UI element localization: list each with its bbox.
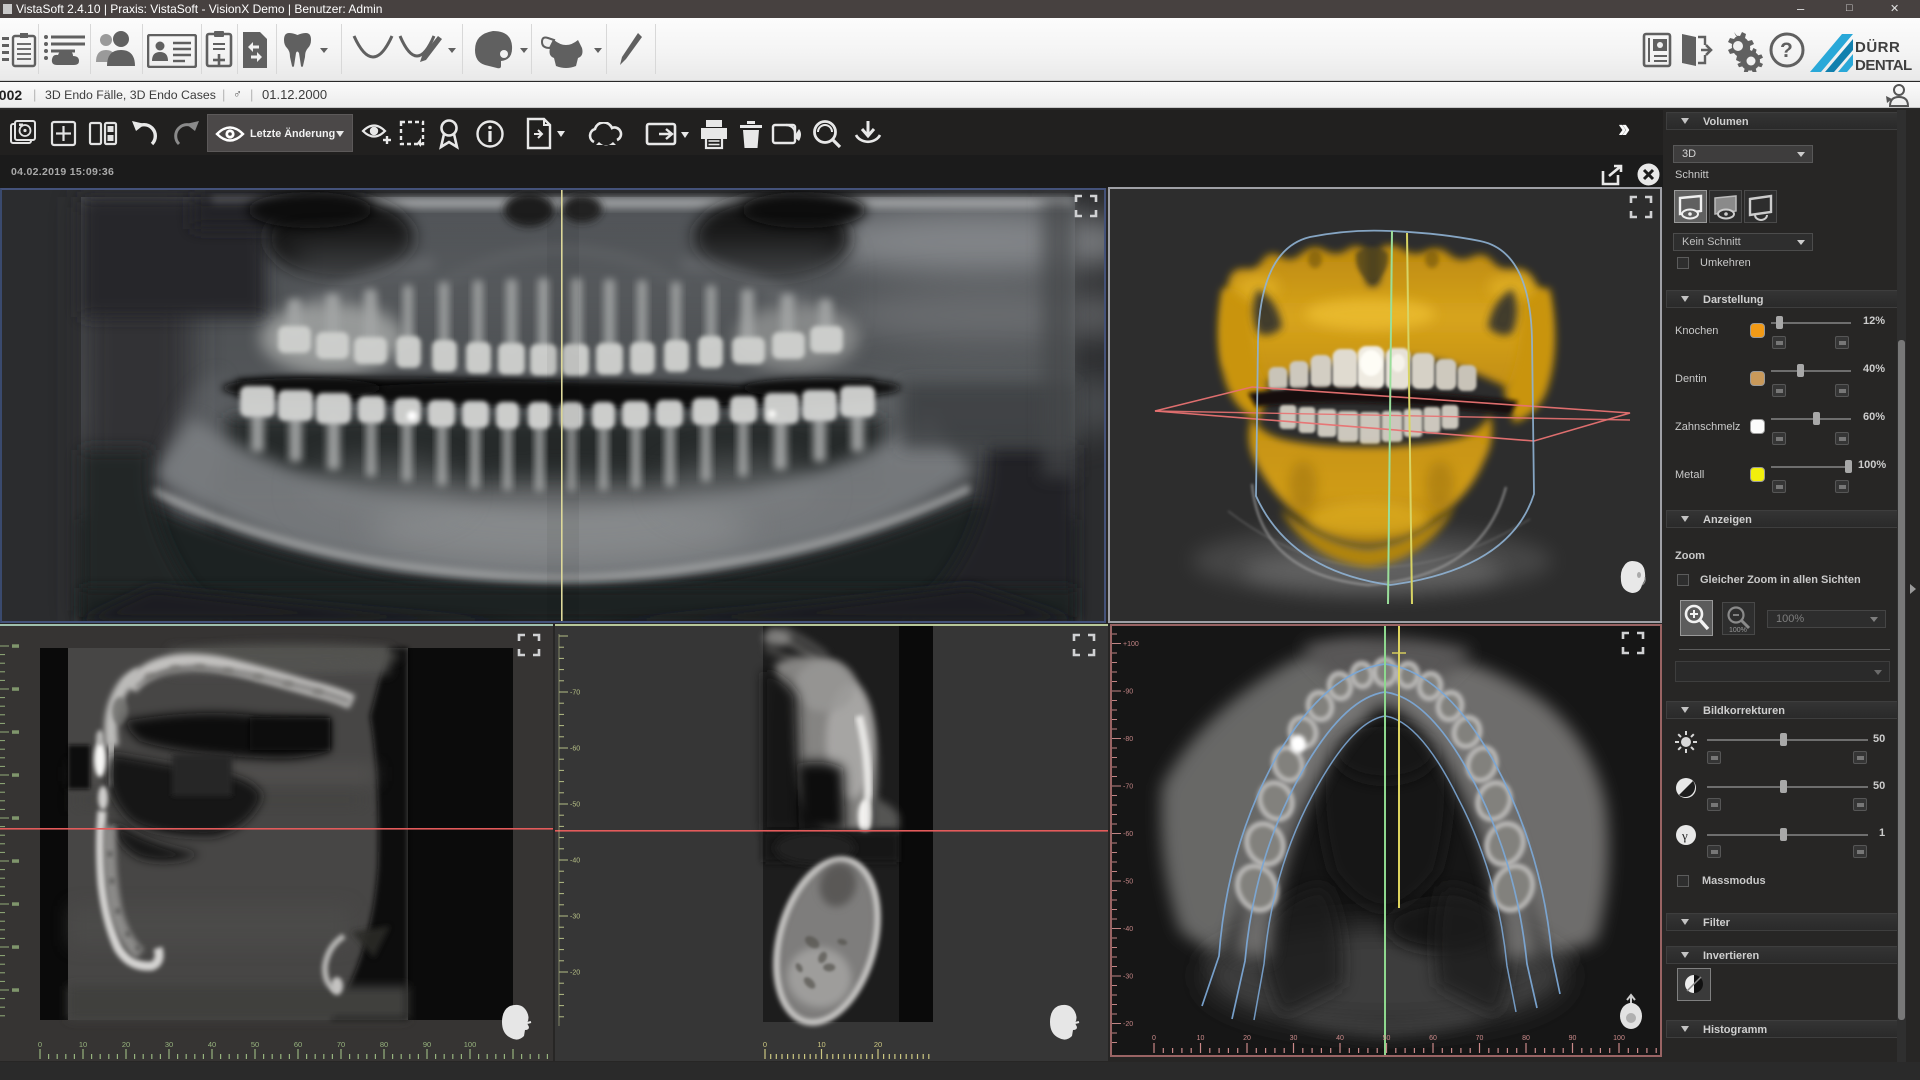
svg-text:100: 100 — [464, 1040, 477, 1049]
svg-text:10: 10 — [817, 1040, 825, 1049]
svg-text:0: 0 — [763, 1040, 767, 1049]
svg-text:30: 30 — [165, 1040, 173, 1049]
svg-text:70: 70 — [1476, 1035, 1484, 1042]
svg-text:-70: -70 — [1123, 784, 1133, 791]
svg-text:20: 20 — [122, 1040, 130, 1049]
svg-text:-80: -80 — [1123, 736, 1133, 743]
svg-text:-50: -50 — [1123, 879, 1133, 886]
svg-text:90: 90 — [1569, 1035, 1577, 1042]
svg-text:-20: -20 — [570, 970, 580, 977]
svg-text:0: 0 — [38, 1040, 42, 1049]
svg-text:10: 10 — [79, 1040, 87, 1049]
svg-text:-30: -30 — [570, 914, 580, 921]
svg-text:20: 20 — [1243, 1035, 1251, 1042]
svg-text:20: 20 — [874, 1040, 882, 1049]
svg-text:40: 40 — [208, 1040, 216, 1049]
svg-text:-60: -60 — [570, 746, 580, 753]
svg-text:50: 50 — [251, 1040, 259, 1049]
svg-text:40: 40 — [1336, 1035, 1344, 1042]
svg-text:80: 80 — [1522, 1035, 1530, 1042]
svg-text:50: 50 — [1383, 1035, 1391, 1042]
svg-text:90: 90 — [423, 1040, 431, 1049]
svg-text:0: 0 — [1152, 1035, 1156, 1042]
svg-text:-90: -90 — [1123, 689, 1133, 696]
svg-text:100%: 100% — [1729, 627, 1747, 634]
svg-text:-70: -70 — [570, 690, 580, 697]
svg-text:-60: -60 — [1123, 831, 1133, 838]
svg-text:100: 100 — [1613, 1035, 1625, 1042]
svg-text:γ: γ — [1681, 828, 1688, 843]
svg-text:60: 60 — [1429, 1035, 1437, 1042]
svg-text:DENTAL: DENTAL — [1855, 57, 1912, 74]
svg-text:-40: -40 — [1123, 926, 1133, 933]
svg-text:10: 10 — [1197, 1035, 1205, 1042]
svg-text:-20: -20 — [1123, 1021, 1133, 1028]
svg-text:70: 70 — [337, 1040, 345, 1049]
svg-text:-50: -50 — [570, 802, 580, 809]
svg-text:+100: +100 — [1123, 641, 1139, 648]
svg-text:80: 80 — [380, 1040, 388, 1049]
svg-text:60: 60 — [294, 1040, 302, 1049]
svg-text:DÜRR: DÜRR — [1855, 39, 1900, 56]
svg-text:-30: -30 — [1123, 974, 1133, 981]
svg-text:?: ? — [1780, 39, 1793, 62]
svg-text:30: 30 — [1290, 1035, 1298, 1042]
svg-text:-40: -40 — [570, 858, 580, 865]
